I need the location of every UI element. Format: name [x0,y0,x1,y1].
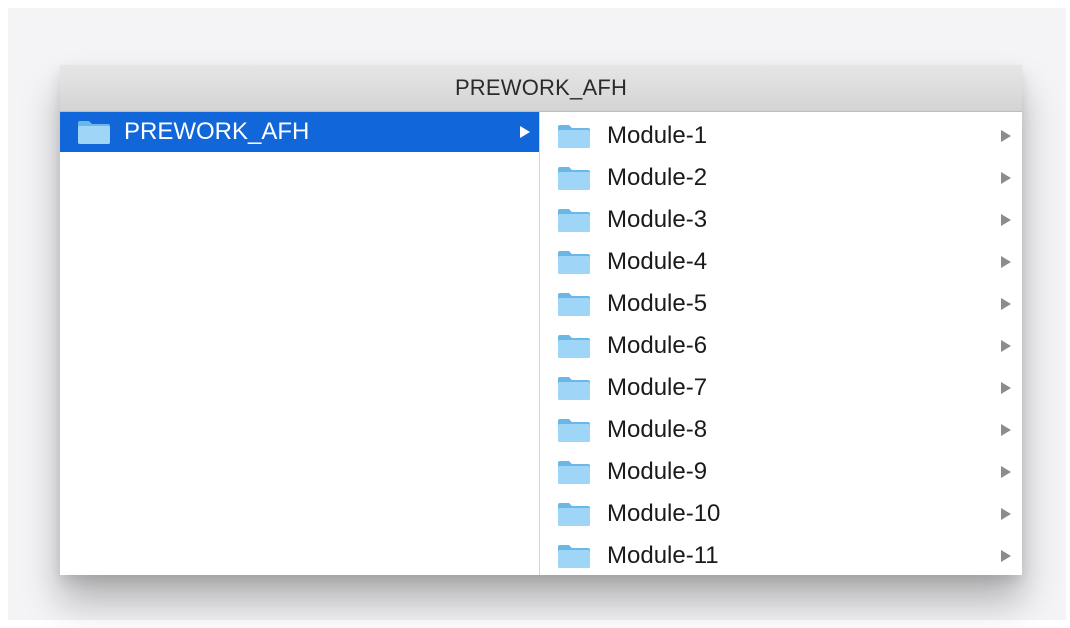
column-item-label: Module-4 [607,248,708,275]
column-item-module[interactable]: Module-3 [541,200,1022,240]
column-item-label: Module-3 [607,206,708,233]
column-item-label: Module-7 [607,374,708,401]
window-title: PREWORK_AFH [454,75,628,100]
folder-icon [556,249,592,275]
chevron-right-icon [1001,550,1011,562]
column-item-module[interactable]: Module-9 [541,452,1022,492]
column-item-module[interactable]: Module-10 [541,494,1022,534]
column-item-label: Module-1 [607,122,708,149]
folder-icon [556,207,592,233]
column-item-label: PREWORK_AFH [124,118,310,145]
folder-icon [556,375,592,401]
folder-icon [556,459,592,485]
chevron-right-icon [1001,172,1011,184]
column-item-label: Module-9 [607,458,708,485]
column-item-prework-afh[interactable]: PREWORK_AFH [60,112,539,152]
folder-icon [76,119,112,145]
column-item-module[interactable]: Module-6 [541,326,1022,366]
column-item-label: Module-5 [607,290,708,317]
column-item-module[interactable]: Module-5 [541,284,1022,324]
folder-icon [556,501,592,527]
chevron-right-icon [1001,340,1011,352]
window-titlebar[interactable]: PREWORK_AFH [60,65,1022,112]
chevron-right-icon [1001,256,1011,268]
chevron-right-icon [1001,466,1011,478]
chevron-right-icon [1001,298,1011,310]
column-parent: PREWORK_AFH [60,112,540,575]
chevron-right-icon [1001,508,1011,520]
column-contents: Module-1 Module-2 Module-3 Module-4 Modu… [541,112,1022,575]
chevron-right-icon [1001,382,1011,394]
chevron-right-icon [520,126,530,138]
column-item-label: Module-10 [607,500,721,527]
column-browser: PREWORK_AFH Module-1 Module-2 Module-3 M… [60,112,1022,575]
chevron-right-icon [1001,130,1011,142]
column-item-label: Module-6 [607,332,708,359]
column-item-module[interactable]: Module-8 [541,410,1022,450]
column-item-module[interactable]: Module-1 [541,116,1022,156]
folder-icon [556,333,592,359]
folder-icon [556,543,592,569]
column-item-module[interactable]: Module-4 [541,242,1022,282]
column-item-module[interactable]: Module-7 [541,368,1022,408]
folder-icon [556,123,592,149]
column-item-label: Module-2 [607,164,708,191]
finder-window: PREWORK_AFH PREWORK_AFH Module-1 Module-… [60,65,1022,575]
column-item-module[interactable]: Module-2 [541,158,1022,198]
column-item-label: Module-11 [607,542,719,569]
column-item-module[interactable]: Module-11 [541,536,1022,575]
chevron-right-icon [1001,214,1011,226]
column-item-label: Module-8 [607,416,708,443]
folder-icon [556,417,592,443]
folder-icon [556,291,592,317]
chevron-right-icon [1001,424,1011,436]
folder-icon [556,165,592,191]
